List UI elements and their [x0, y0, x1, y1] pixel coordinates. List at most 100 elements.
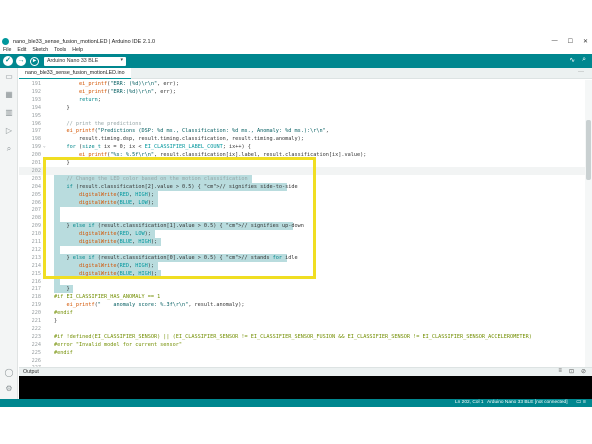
- code-line[interactable]: 224 #error "Invalid model for current sen…: [19, 341, 585, 349]
- code-line[interactable]: 226: [19, 357, 585, 365]
- search-icon[interactable]: ⌕: [4, 144, 14, 154]
- code-text: #endif: [54, 310, 73, 317]
- board-status[interactable]: Arduino Nano 33 BLE [not connected]: [487, 400, 568, 405]
- line-number: 202: [31, 167, 41, 174]
- code-line[interactable]: 225 #endif: [19, 349, 585, 357]
- lock-icon[interactable]: ⊡: [569, 368, 574, 375]
- code-text: ei_printf(" anomaly score: %.3f\r\n", re…: [66, 302, 245, 309]
- board-selector[interactable]: Arduino Nano 33 BLE ▾: [44, 56, 126, 66]
- line-number: 198: [31, 136, 41, 143]
- line-number: 214: [31, 262, 41, 269]
- page-background: [0, 407, 592, 444]
- window-title: nano_ble33_sense_fusion_motionLED | Ardu…: [13, 38, 156, 45]
- account-icon[interactable]: ◯: [4, 368, 14, 378]
- line-number: 210: [31, 231, 41, 238]
- menu-bar: File Edit Sketch Tools Help: [0, 46, 592, 54]
- menu-tools[interactable]: Tools: [54, 47, 66, 53]
- menu-edit[interactable]: Edit: [17, 47, 26, 53]
- line-number: 217: [31, 286, 41, 293]
- line-number: 224: [31, 341, 41, 348]
- activity-sidebar: ▭ ▦ ▥ ▷ ⌕ ◯ ⚙: [0, 68, 18, 399]
- output-label: Output: [23, 369, 39, 375]
- serial-monitor-icon[interactable]: ⌕: [582, 56, 586, 64]
- tab-sketch[interactable]: nano_ble33_sense_fusion_motionLED.ino: [19, 68, 131, 79]
- code-line[interactable]: 196 // print the predictions: [19, 120, 585, 128]
- library-icon[interactable]: ▥: [4, 108, 14, 118]
- code-line[interactable]: 198 result.timing.dsp, result.timing.cla…: [19, 135, 585, 143]
- code-text: #endif: [54, 349, 73, 356]
- code-text: ei_printf("ERR:(%d)\r\n", err);: [79, 88, 176, 95]
- fold-chevron-icon[interactable]: ⌄: [43, 143, 49, 151]
- maximize-button[interactable]: ☐: [568, 38, 573, 45]
- code-line[interactable]: 191 ei_printf("ERR: (%d)\r\n", err);: [19, 80, 585, 88]
- settings-icon[interactable]: ⚙: [4, 384, 14, 394]
- menu-help[interactable]: Help: [72, 47, 83, 53]
- code-line[interactable]: 218 #if EI_CLASSIFIER_HAS_ANOMALY == 1: [19, 293, 585, 301]
- folder-icon[interactable]: ▭: [4, 72, 14, 82]
- code-line[interactable]: 222: [19, 325, 585, 333]
- toolbar: ✓ → ▸ Arduino Nano 33 BLE ▾ ∿ ⌕: [0, 54, 592, 68]
- code-text: }: [54, 104, 70, 111]
- boards-icon[interactable]: ▦: [4, 90, 14, 100]
- line-number: 226: [31, 357, 41, 364]
- debug-icon: ▸: [32, 57, 36, 64]
- code-line[interactable]: 199 ⌄ for (size_t ix = 0; ix < EI_CLASSIF…: [19, 143, 585, 151]
- code-line[interactable]: 223 #if !defined(EI_CLASSIFIER_SENSOR) ||…: [19, 333, 585, 341]
- arduino-logo-icon: [2, 38, 9, 45]
- serial-plotter-icon[interactable]: ∿: [569, 56, 575, 64]
- editor-scrollbar[interactable]: [585, 80, 592, 367]
- line-number: 199: [31, 144, 41, 151]
- clear-icon[interactable]: ⊘: [581, 368, 586, 375]
- editor-tabs: nano_ble33_sense_fusion_motionLED.ino ··…: [19, 68, 592, 79]
- line-number: 220: [31, 310, 41, 317]
- code-text: return;: [79, 96, 101, 103]
- code-line[interactable]: 219 ei_printf(" anomaly score: %.3f\r\n"…: [19, 301, 585, 309]
- list-icon[interactable]: ≡: [558, 368, 562, 375]
- output-header: Output ≡ ⊡ ⊘: [19, 367, 592, 376]
- code-line[interactable]: 217 }: [19, 285, 585, 294]
- status-bar: Ln 202, Col 1 Arduino Nano 33 BLE [not c…: [0, 399, 592, 407]
- menu-sketch[interactable]: Sketch: [32, 47, 48, 53]
- code-line[interactable]: 220 #endif: [19, 309, 585, 317]
- line-number: 203: [31, 175, 41, 182]
- board-selector-label: Arduino Nano 33 BLE: [47, 58, 99, 64]
- code-line[interactable]: 192 ei_printf("ERR:(%d)\r\n", err);: [19, 88, 585, 96]
- more-tabs-icon[interactable]: ···: [578, 69, 584, 75]
- cursor-position[interactable]: Ln 202, Col 1: [455, 400, 484, 405]
- close-button[interactable]: ✕: [583, 38, 588, 45]
- code-text: ei_printf("ERR: (%d)\r\n", err);: [79, 81, 179, 87]
- debug-button[interactable]: ▸: [30, 56, 39, 66]
- notification-icon[interactable]: ▭ ≡: [576, 399, 586, 405]
- verify-button[interactable]: ✓: [3, 56, 13, 66]
- window-controls: — ☐ ✕: [552, 38, 588, 45]
- code-line[interactable]: 194 }: [19, 104, 585, 112]
- line-number: 194: [31, 104, 41, 111]
- line-number: 218: [31, 294, 41, 301]
- line-number: 196: [31, 120, 41, 127]
- line-number: 197: [31, 128, 41, 135]
- menu-file[interactable]: File: [3, 47, 11, 53]
- line-number: 207: [31, 207, 41, 214]
- line-number: 223: [31, 333, 41, 340]
- code-line[interactable]: 221}: [19, 317, 585, 325]
- code-text: ei_printf("Predictions (DSP: %d ms., Cla…: [66, 128, 329, 135]
- line-number: 204: [31, 183, 41, 190]
- code-line[interactable]: 195: [19, 112, 585, 120]
- line-number: 219: [31, 302, 41, 309]
- output-console[interactable]: [19, 376, 592, 399]
- highlight-annotation: [43, 157, 316, 279]
- upload-button[interactable]: →: [16, 56, 26, 66]
- code-line[interactable]: 197 ei_printf("Predictions (DSP: %d ms.,…: [19, 127, 585, 135]
- check-icon: ✓: [5, 57, 11, 64]
- code-line[interactable]: 193 return;: [19, 96, 585, 104]
- line-number: 222: [31, 325, 41, 332]
- code-text: #if !defined(EI_CLASSIFIER_SENSOR) || (E…: [54, 333, 532, 340]
- line-number: 212: [31, 246, 41, 253]
- minimize-button[interactable]: —: [552, 38, 558, 45]
- scrollbar-thumb[interactable]: [586, 120, 591, 180]
- line-number: 221: [31, 318, 41, 324]
- line-number: 211: [31, 239, 41, 245]
- line-number: 200: [31, 152, 41, 159]
- debug-icon[interactable]: ▷: [4, 126, 14, 136]
- line-number: 213: [31, 254, 41, 261]
